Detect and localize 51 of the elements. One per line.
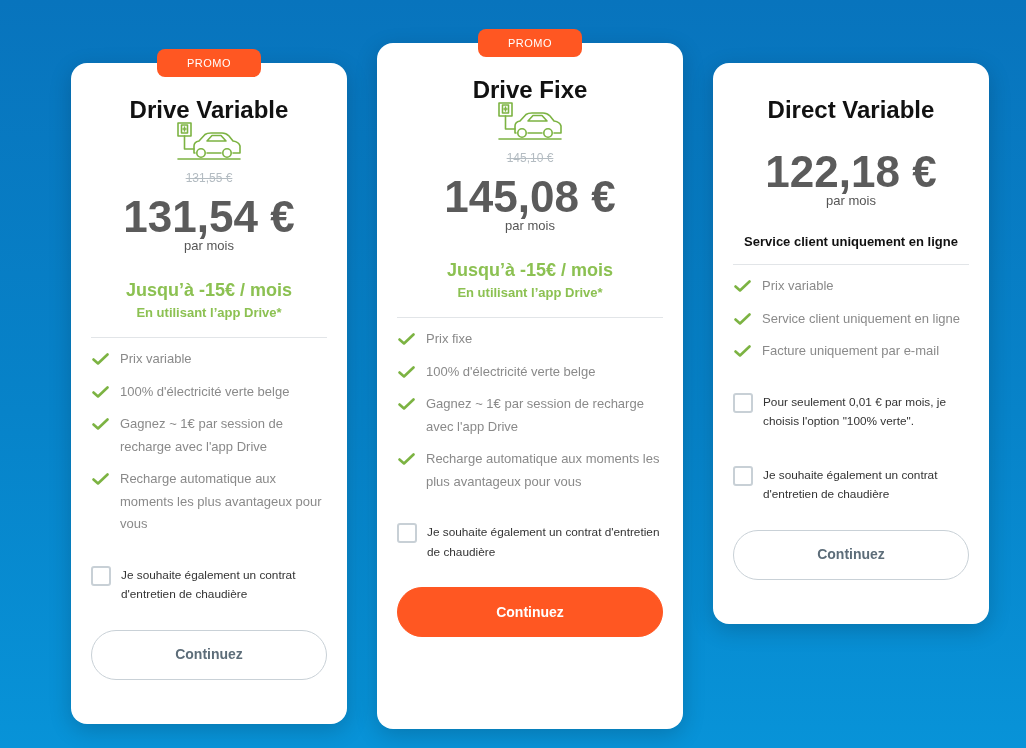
check-icon (398, 453, 415, 465)
checkbox-label: Pour seulement 0,01 € par mois, je choisis l'option "100% verte". (763, 393, 947, 430)
feature-text: Facture uniquement par e-mail (762, 342, 940, 360)
feature-text: 100% d'électricité verte belge (120, 382, 290, 401)
discount-headline: Jusqu’à -15€ / mois (445, 259, 615, 282)
continue-button[interactable]: Continuez (397, 587, 663, 637)
feature-text: Recharge automatique aux moments les plus avantageux pour vous (426, 450, 661, 491)
feature-text: Recharge automatique aux moments les plus avantageux pour vous (120, 470, 323, 533)
checkbox[interactable] (733, 465, 753, 486)
check-icon (92, 418, 109, 430)
price: 145,08 € (443, 175, 617, 219)
feature-text: Service client uniquement en ligne (762, 309, 960, 328)
checkbox[interactable] (397, 523, 417, 543)
feature-text: 100% d'électricité verte belge (426, 362, 596, 381)
check-icon (92, 385, 109, 398)
check-icon (398, 333, 415, 345)
old-price: 131,55 € (184, 170, 234, 186)
discount-headline: Jusqu’à -15€ / mois (124, 279, 294, 302)
checkbox-label: Je souhaite également un contrat d'entretien de chaudière (427, 524, 661, 561)
plan-title: Drive Variable (128, 96, 290, 124)
plan-title: Direct Variable (766, 96, 936, 124)
feature-text: Prix fixe (426, 330, 473, 348)
checkbox[interactable] (91, 565, 111, 586)
feature-text: Gagnez ~ 1€ par session de recharge avec l'app Drive (120, 415, 284, 456)
feature-text: Gagnez ~ 1€ par session de recharge avec l'app Drive (426, 395, 645, 436)
checkbox-label: Je souhaite également un contrat d'entretien de chaudière (121, 566, 297, 603)
check-icon (92, 353, 109, 365)
price-period: par mois (505, 219, 555, 233)
discount-note: En utilisant l’app Drive* (135, 304, 283, 322)
price: 122,18 € (764, 150, 938, 194)
price-period: par mois (184, 239, 234, 253)
check-icon (398, 398, 415, 410)
old-price: 145,10 € (505, 150, 555, 166)
check-icon (734, 345, 751, 357)
continue-button[interactable]: Continuez (91, 629, 327, 680)
plan-title: Drive Fixe (471, 76, 589, 104)
feature-text: Prix variable (120, 350, 192, 368)
plan-subtitle: Service client uniquement en ligne (743, 233, 959, 251)
promo-badge: PROMO (478, 29, 582, 57)
checkbox[interactable] (733, 392, 753, 413)
price-period: par mois (826, 194, 876, 208)
continue-button[interactable]: Continuez (733, 529, 969, 580)
check-icon (398, 365, 415, 378)
promo-badge: PROMO (157, 49, 261, 77)
checkbox-label: Je souhaite également un contrat d'entretien de chaudière (763, 466, 939, 503)
discount-note: En utilisant l’app Drive* (456, 284, 604, 302)
feature-text: Prix variable (762, 277, 834, 295)
check-icon (734, 312, 751, 325)
check-icon (734, 280, 751, 292)
check-icon (92, 473, 109, 485)
price: 131,54 € (122, 195, 296, 239)
